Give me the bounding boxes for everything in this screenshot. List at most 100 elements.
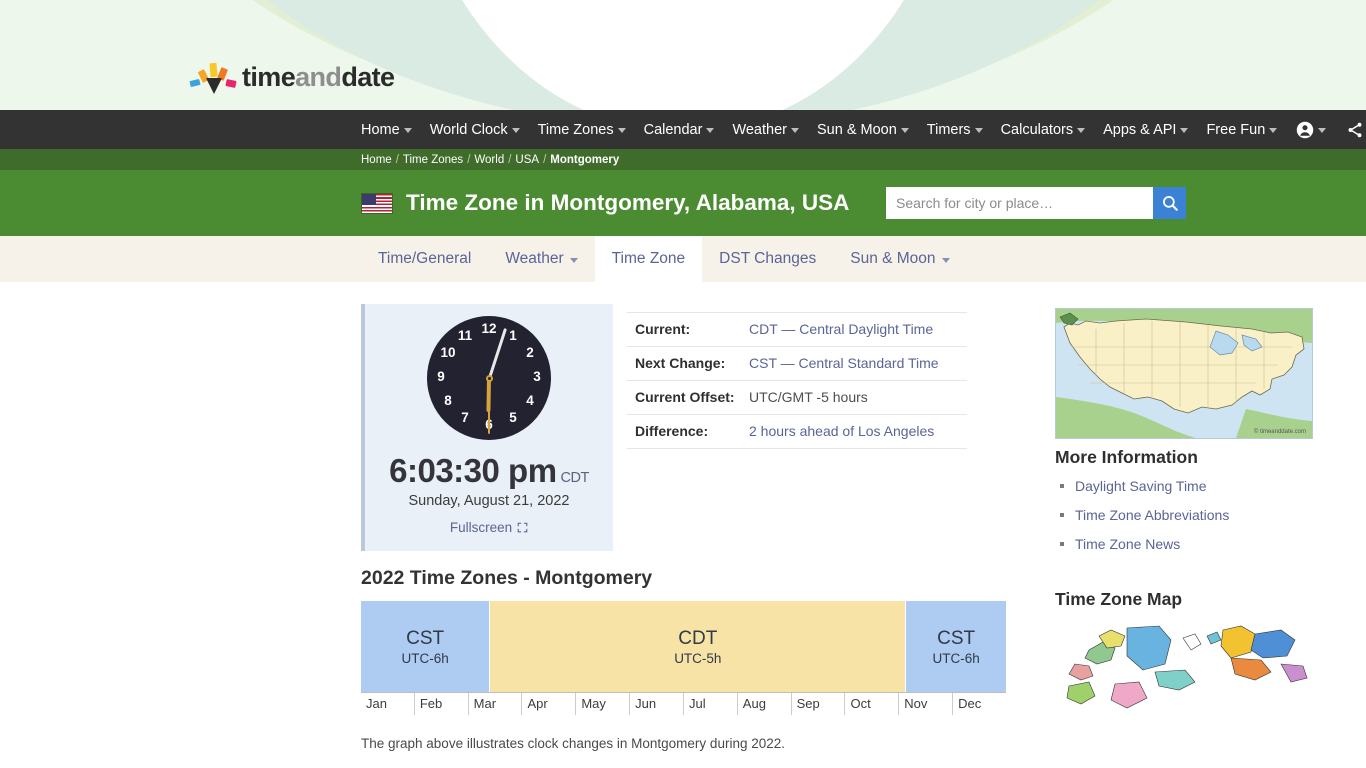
clock-number: 2 [526,345,534,360]
site-banner: timeanddate [0,0,1366,110]
share-button[interactable] [1336,121,1366,139]
segment-abbr: CST [406,628,445,650]
fullscreen-link[interactable]: Fullscreen [450,520,528,535]
clock-number: 8 [444,393,452,408]
nav-item-world-clock[interactable]: World Clock [421,122,529,138]
nav-label: Weather [732,121,787,138]
breadcrumb-item-montgomery: Montgomery [550,153,620,166]
analog-clock: 12 1 2 3 4 5 6 7 8 9 10 11 [427,316,551,440]
clock-number: 5 [509,410,517,425]
segment-offset: UTC-5h [674,650,722,666]
segment-abbr: CDT [678,628,718,650]
breadcrumb-item-home[interactable]: Home [361,154,392,166]
month-tick: Jan [361,693,415,715]
clock-number: 11 [457,328,473,343]
search-icon [1162,196,1178,211]
tab-label: Weather [505,250,564,267]
tab-label: DST Changes [719,250,817,267]
page-content: 12 1 2 3 4 5 6 7 8 9 10 11 [183,282,1313,768]
nav-label: Free Fun [1206,121,1266,138]
chart-month-axis: Jan Feb Mar Apr May Jun Jul Aug Sep Oct … [361,692,1006,715]
breadcrumb-item-usa[interactable]: USA [515,154,539,166]
chevron-down-icon [1077,128,1086,133]
nav-label: Calendar [643,121,703,138]
nav-item-free-fun[interactable]: Free Fun [1197,122,1286,138]
nav-item-calendar[interactable]: Calendar [635,122,724,138]
main-column: 12 1 2 3 4 5 6 7 8 9 10 11 [361,304,1021,768]
month-tick: Dec [958,696,982,711]
info-value-next-change[interactable]: CST — Central Standard Time [749,355,939,371]
chart-heading: 2022 Time Zones - Montgomery [361,567,653,589]
month-tick: Aug [738,693,792,715]
fullscreen-label: Fullscreen [449,520,513,535]
tab-dst-changes[interactable]: DST Changes [702,236,833,282]
chevron-down-icon [569,257,578,263]
chart-segment-cst-end: CST UTC-6h [906,601,1006,692]
usa-timezone-map[interactable]: © timeanddate.com [1055,308,1313,439]
search-input[interactable] [886,187,1153,219]
map-credit: © timeanddate.com [1254,428,1306,435]
breadcrumb-separator: / [395,153,399,166]
list-item-time-zone-news[interactable]: Time Zone News [1055,536,1321,565]
clock-number: 3 [533,369,541,384]
clock-number: 7 [461,410,469,425]
nav-label: Timers [926,121,971,138]
segment-offset: UTC-6h [401,650,449,666]
nav-item-home[interactable]: Home [361,122,421,138]
list-item-time-zone-abbreviations[interactable]: Time Zone Abbreviations [1055,507,1321,536]
nav-item-sun-moon[interactable]: Sun & Moon [808,122,918,138]
breadcrumb-item-time-zones[interactable]: Time Zones [403,154,463,166]
section-tabs: Time/General Weather Time Zone DST Chang… [0,236,1366,282]
nav-item-time-zones[interactable]: Time Zones [529,122,635,138]
info-value-difference[interactable]: 2 hours ahead of Los Angeles [749,423,934,439]
tab-sun-moon[interactable]: Sun & Moon [833,236,966,282]
chevron-down-icon [900,128,909,133]
month-tick: Oct [845,693,900,715]
nav-item-apps-api[interactable]: Apps & API [1094,122,1197,138]
breadcrumb-item-world[interactable]: World [474,154,504,166]
tab-time-zone[interactable]: Time Zone [594,236,703,282]
timezone-timeline-chart: CST UTC-6h CDT UTC-5h CST UTC-6h Jan Feb [361,601,1006,715]
clock-second-hand [488,378,490,434]
month-tick: Sep [792,693,846,715]
logo-text-time: time [242,61,296,92]
tab-label: Time Zone [611,250,686,267]
breadcrumb-bar: Home / Time Zones / World / USA / Montgo… [0,149,1366,170]
site-logo[interactable]: timeanddate [189,60,395,94]
chevron-down-icon [1180,128,1189,133]
current-time-value: 6:03:30 pm [389,452,557,489]
list-item-daylight-saving-time[interactable]: Daylight Saving Time [1055,478,1321,507]
nav-label: Calculators [1000,121,1074,138]
breadcrumb-separator: / [543,153,547,166]
chart-segment-cdt: CDT UTC-5h [490,601,907,692]
current-date: Sunday, August 21, 2022 [408,493,570,509]
info-key: Difference: [635,423,709,439]
breadcrumb-separator: / [508,153,512,166]
chevron-down-icon [403,128,412,133]
logo-wordmark: timeanddate [242,61,395,93]
account-menu-button[interactable] [1286,121,1336,139]
month-tick: Apr [522,693,577,715]
page-title: Time Zone in Montgomery, Alabama, USA [406,190,850,215]
city-search [886,187,1186,219]
logo-text-and: and [295,61,342,92]
clock-number: 4 [526,393,534,408]
current-time-abbr: CDT [560,470,590,486]
share-icon [1348,122,1362,137]
search-submit-button[interactable] [1153,187,1186,219]
info-key: Next Change: [635,355,726,371]
nav-label: Home [361,121,400,138]
month-tick: Feb [415,693,469,715]
month-tick: Jun [630,693,684,715]
nav-item-timers[interactable]: Timers [918,122,992,138]
nav-item-weather[interactable]: Weather [723,122,808,138]
tab-weather[interactable]: Weather [488,236,594,282]
tab-label: Sun & Moon [850,250,936,267]
table-row: Difference: 2 hours ahead of Los Angeles [627,415,967,449]
chevron-down-icon [706,128,715,133]
nav-item-calculators[interactable]: Calculators [992,122,1095,138]
main-navigation: Home World Clock Time Zones Calendar Wea… [0,110,1366,149]
tab-time-general[interactable]: Time/General [361,236,488,282]
world-timezone-map[interactable] [1055,620,1313,740]
info-value-current[interactable]: CDT — Central Daylight Time [749,321,933,337]
